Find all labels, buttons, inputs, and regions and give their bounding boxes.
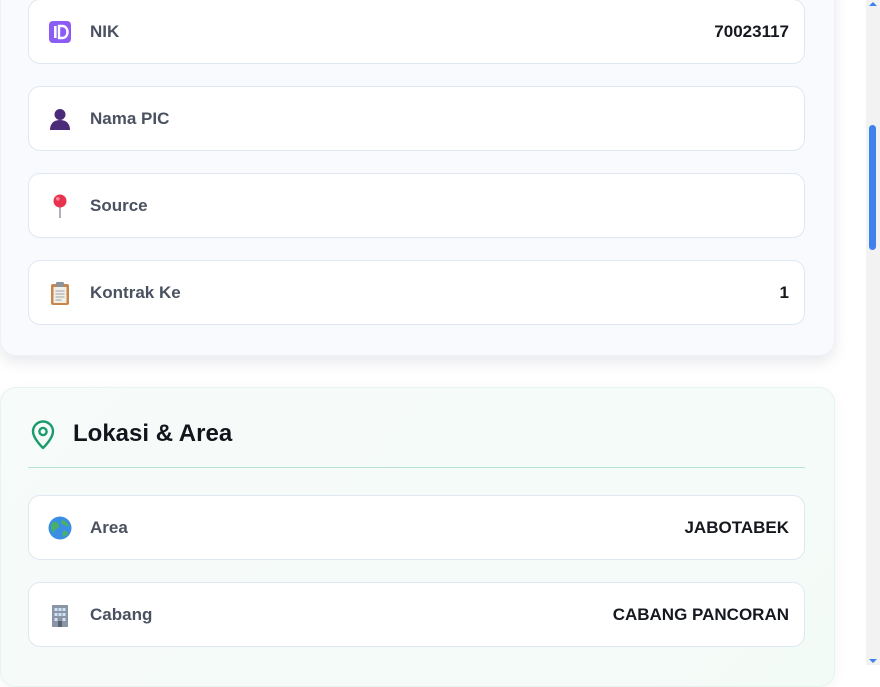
section-title: Lokasi & Area <box>73 420 233 447</box>
scrollbar-track[interactable] <box>866 0 880 665</box>
field-label: Area <box>90 517 128 537</box>
field-row-area: Area JABOTABEK <box>28 495 805 560</box>
field-label: Cabang <box>90 604 153 624</box>
scrollbar-thumb[interactable] <box>869 125 876 250</box>
globe-icon <box>48 516 72 539</box>
field-row-kontrak-ke: Kontrak Ke 1 <box>28 260 805 325</box>
field-row-nik: NIK 70023117 <box>28 0 805 64</box>
field-label: Nama PIC <box>90 108 170 128</box>
clipboard-icon <box>51 281 69 305</box>
field-row-cabang: Cabang CABANG PANCORAN <box>28 582 805 647</box>
field-label: NIK <box>90 21 120 41</box>
field-value: 70023117 <box>714 21 789 41</box>
field-value: CABANG PANCORAN <box>612 604 789 624</box>
pushpin-icon <box>53 194 67 218</box>
field-value: 1 <box>779 282 789 302</box>
map-pin-outline-icon <box>31 420 55 450</box>
scroll-up-arrow-icon[interactable] <box>867 0 879 8</box>
person-silhouette-icon <box>50 108 70 130</box>
field-row-source: Source <box>28 173 805 238</box>
id-badge-icon <box>49 20 71 43</box>
office-building-icon <box>52 604 68 627</box>
scroll-down-arrow-icon[interactable] <box>867 657 879 665</box>
section-divider <box>28 467 805 468</box>
field-label: Kontrak Ke <box>90 282 181 302</box>
field-row-nama-pic: Nama PIC <box>28 86 805 151</box>
field-value: JABOTABEK <box>684 517 789 537</box>
field-label: Source <box>90 195 148 215</box>
